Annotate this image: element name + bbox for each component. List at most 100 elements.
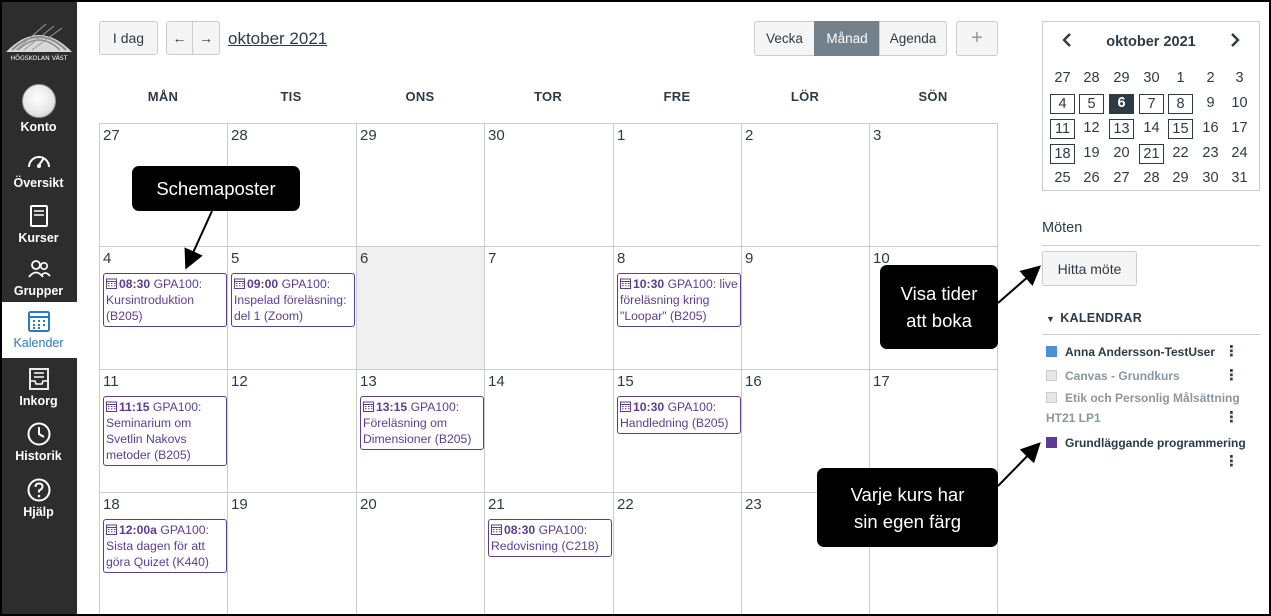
day-number: 23 bbox=[745, 496, 762, 513]
calendar-event[interactable]: 08:30 GPA100: Kursintroduktion (B205) bbox=[103, 273, 227, 327]
day-cell[interactable]: 3 bbox=[870, 124, 998, 247]
nav-item-oversikt[interactable]: Översikt bbox=[0, 148, 77, 204]
calendar-event[interactable]: 11:15 GPA100: Seminarium om Svetlin Nako… bbox=[103, 396, 227, 466]
calendar-event[interactable]: 08:30 GPA100: Redovisning (C218) bbox=[488, 519, 612, 557]
mini-calendar-day[interactable]: 9 bbox=[1198, 94, 1223, 114]
more-options-icon[interactable]: ⋮ bbox=[1224, 344, 1239, 359]
mini-calendar-day[interactable]: 3 bbox=[1227, 69, 1252, 89]
day-cell[interactable]: 22 bbox=[614, 493, 742, 616]
mini-calendar-day[interactable]: 29 bbox=[1109, 69, 1134, 89]
mini-calendar-day[interactable]: 10 bbox=[1227, 94, 1252, 114]
calendar-color-checkbox[interactable] bbox=[1046, 346, 1057, 357]
calendar-event[interactable]: 13:15 GPA100: Föreläsning om Dimensioner… bbox=[360, 396, 484, 450]
nav-item-kurser[interactable]: Kurser bbox=[0, 203, 77, 259]
mini-calendar-day[interactable]: 21 bbox=[1139, 144, 1164, 164]
mini-calendar-day[interactable]: 16 bbox=[1198, 119, 1223, 139]
day-cell[interactable]: 18 12:00a GPA100: Sista dagen för att gö… bbox=[100, 493, 228, 616]
day-cell[interactable]: 8 10:30 GPA100: live föreläsning kring "… bbox=[614, 247, 742, 370]
mini-calendar-day[interactable]: 27 bbox=[1050, 69, 1075, 89]
find-meeting-button[interactable]: Hitta möte bbox=[1042, 251, 1137, 286]
view-week-tab[interactable]: Vecka bbox=[754, 21, 815, 56]
add-event-button[interactable]: + bbox=[956, 21, 998, 56]
mini-calendar-day[interactable]: 26 bbox=[1079, 169, 1104, 189]
calendars-toggle[interactable]: ▼ KALENDRAR bbox=[1046, 311, 1142, 325]
mini-calendar-day[interactable]: 4 bbox=[1050, 94, 1075, 114]
day-cell[interactable]: 4 08:30 GPA100: Kursintroduktion (B205) bbox=[100, 247, 228, 370]
calendar-item[interactable]: Grundläggande programmering bbox=[1046, 436, 1246, 450]
mini-calendar-day[interactable]: 29 bbox=[1168, 169, 1193, 189]
mini-calendar-day[interactable]: 18 bbox=[1050, 144, 1075, 164]
day-cell-today[interactable]: 6 bbox=[357, 247, 485, 370]
day-cell[interactable]: 19 bbox=[228, 493, 357, 616]
mini-calendar-day[interactable]: 14 bbox=[1139, 119, 1164, 139]
help-icon bbox=[27, 478, 50, 502]
calendar-event[interactable]: 10:30 GPA100: live föreläsning kring "Lo… bbox=[617, 273, 741, 327]
day-cell[interactable]: 12 bbox=[228, 370, 357, 493]
mini-calendar-day[interactable]: 7 bbox=[1139, 94, 1164, 114]
day-cell[interactable]: 7 bbox=[485, 247, 614, 370]
mini-calendar-day[interactable]: 25 bbox=[1050, 169, 1075, 189]
day-cell[interactable]: 9 bbox=[742, 247, 870, 370]
mini-calendar-day[interactable]: 8 bbox=[1168, 94, 1193, 114]
view-agenda-tab[interactable]: Agenda bbox=[879, 21, 947, 56]
day-cell[interactable]: 1 bbox=[614, 124, 742, 247]
mini-calendar-day[interactable]: 12 bbox=[1079, 119, 1104, 139]
mini-calendar-day[interactable]: 23 bbox=[1198, 144, 1223, 164]
mini-calendar-day[interactable]: 13 bbox=[1109, 119, 1134, 139]
nav-item-historik[interactable]: Historik bbox=[0, 421, 77, 477]
mini-calendar-day[interactable]: 31 bbox=[1227, 169, 1252, 189]
mini-calendar-day[interactable]: 1 bbox=[1168, 69, 1193, 89]
month-title[interactable]: oktober 2021 bbox=[228, 29, 327, 49]
calendar-color-checkbox[interactable] bbox=[1046, 437, 1057, 448]
mini-calendar-day[interactable]: 20 bbox=[1109, 144, 1134, 164]
prev-month-button[interactable]: ← bbox=[166, 21, 193, 55]
event-time: 13:15 bbox=[376, 400, 408, 414]
today-button[interactable]: I dag bbox=[99, 21, 158, 55]
calendar-event[interactable]: 09:00 GPA100: Inspelad föreläsning: del … bbox=[231, 273, 355, 327]
mini-calendar-day[interactable]: 28 bbox=[1139, 169, 1164, 189]
nav-item-inkorg[interactable]: Inkorg bbox=[0, 366, 77, 422]
day-cell[interactable]: 20 bbox=[357, 493, 485, 616]
mini-calendar-day[interactable]: 11 bbox=[1050, 119, 1075, 139]
day-number: 7 bbox=[488, 250, 497, 267]
more-options-icon[interactable]: ⋮ bbox=[1224, 368, 1239, 383]
day-cell[interactable]: 13 13:15 GPA100: Föreläsning om Dimensio… bbox=[357, 370, 485, 493]
calendar-item[interactable]: Etik och Personlig Målsättning bbox=[1046, 391, 1240, 405]
calendar-color-checkbox[interactable] bbox=[1046, 370, 1057, 381]
mini-calendar-day[interactable]: 22 bbox=[1168, 144, 1193, 164]
nav-label: Översikt bbox=[13, 176, 64, 190]
mini-calendar-day[interactable]: 24 bbox=[1227, 144, 1252, 164]
mini-calendar-day[interactable]: 30 bbox=[1139, 69, 1164, 89]
nav-item-kalender[interactable]: Kalender bbox=[0, 302, 77, 358]
calendar-event[interactable]: 10:30 GPA100: Handledning (B205) bbox=[617, 396, 741, 434]
mini-calendar-day[interactable]: 17 bbox=[1227, 119, 1252, 139]
mini-calendar-day[interactable]: 19 bbox=[1079, 144, 1104, 164]
day-cell[interactable]: 15 10:30 GPA100: Handledning (B205) bbox=[614, 370, 742, 493]
mini-calendar-day[interactable]: 2 bbox=[1198, 69, 1223, 89]
mini-calendar-day[interactable]: 15 bbox=[1168, 119, 1193, 139]
day-cell[interactable]: 2 bbox=[742, 124, 870, 247]
mini-calendar-day[interactable]: 6 bbox=[1109, 94, 1134, 114]
mini-next-button[interactable] bbox=[1229, 32, 1241, 53]
calendar-item[interactable]: Anna Andersson-TestUser bbox=[1046, 345, 1215, 359]
next-month-button[interactable]: → bbox=[192, 21, 220, 55]
mini-calendar-day[interactable]: 27 bbox=[1109, 169, 1134, 189]
more-options-icon[interactable]: ⋮ bbox=[1224, 410, 1239, 425]
calendar-event[interactable]: 12:00a GPA100: Sista dagen för att göra … bbox=[103, 519, 227, 573]
mini-calendar-day[interactable]: 5 bbox=[1079, 94, 1104, 114]
nav-item-konto[interactable]: Konto bbox=[0, 84, 77, 140]
more-options-icon[interactable]: ⋮ bbox=[1224, 454, 1239, 469]
nav-item-hjalp[interactable]: Hjälp bbox=[0, 477, 77, 533]
mini-calendar-day[interactable]: 28 bbox=[1079, 69, 1104, 89]
calendar-item[interactable]: Canvas - Grundkurs bbox=[1046, 369, 1180, 383]
day-cell[interactable]: 21 08:30 GPA100: Redovisning (C218) bbox=[485, 493, 614, 616]
day-cell[interactable]: 5 09:00 GPA100: Inspelad föreläsning: de… bbox=[228, 247, 357, 370]
school-logo[interactable]: HÖGSKOLAN VÄST bbox=[4, 14, 74, 62]
day-cell[interactable]: 11 11:15 GPA100: Seminarium om Svetlin N… bbox=[100, 370, 228, 493]
day-cell[interactable]: 30 bbox=[485, 124, 614, 247]
day-cell[interactable]: 29 bbox=[357, 124, 485, 247]
view-month-tab[interactable]: Månad bbox=[814, 21, 880, 56]
calendar-color-checkbox[interactable] bbox=[1046, 392, 1057, 403]
mini-calendar-day[interactable]: 30 bbox=[1198, 169, 1223, 189]
day-cell[interactable]: 14 bbox=[485, 370, 614, 493]
